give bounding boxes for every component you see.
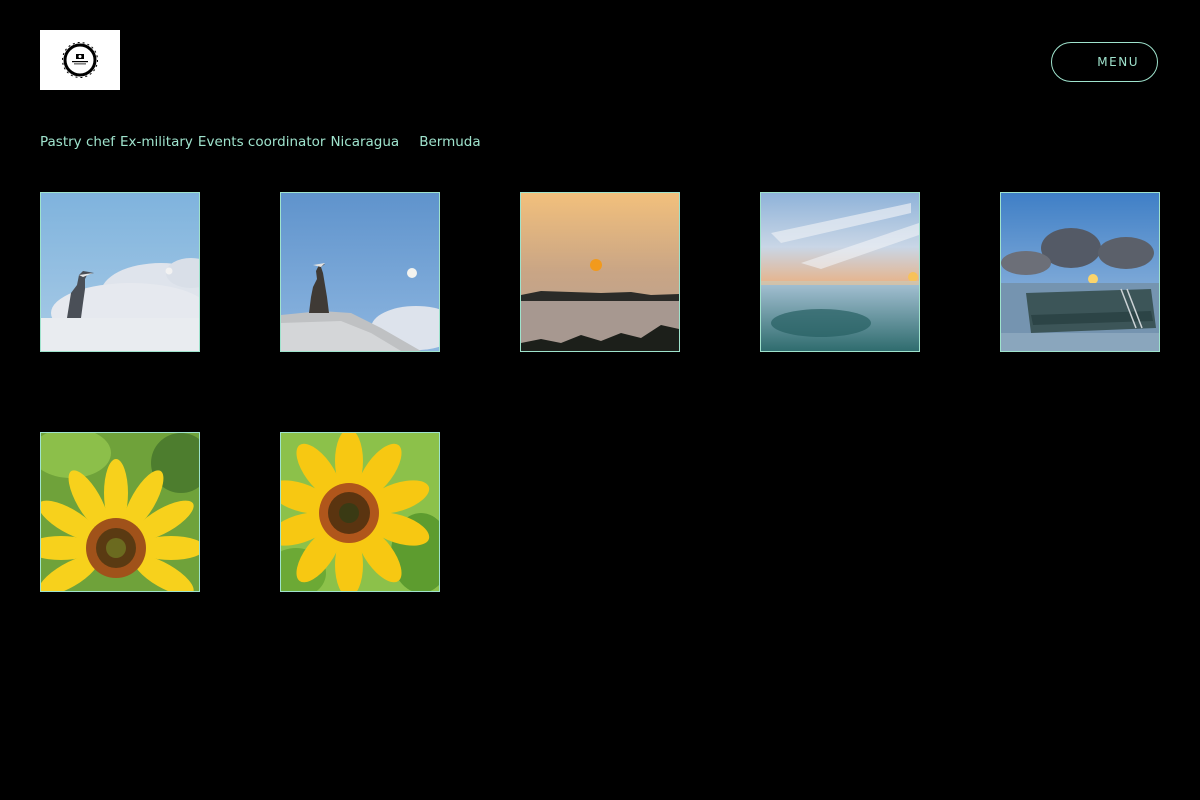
tag-pastry-chef[interactable]: Pastry chef xyxy=(40,134,115,150)
site-logo[interactable] xyxy=(40,30,120,90)
gallery-thumb-sea-reflection[interactable] xyxy=(760,192,920,352)
shipwreck-image xyxy=(1001,193,1159,351)
gallery-thumb-heron-clouds[interactable] xyxy=(40,192,200,352)
sunflower-image-1 xyxy=(41,433,199,591)
menu-button[interactable]: MENU xyxy=(1051,42,1158,82)
gallery-thumb-shipwreck[interactable] xyxy=(1000,192,1160,352)
gallery-thumb-sunflower-2[interactable] xyxy=(280,432,440,592)
tag-ex-military[interactable]: Ex-military xyxy=(120,134,193,150)
gallery-thumb-heron-moon[interactable] xyxy=(280,192,440,352)
camera-logo-icon xyxy=(62,42,98,78)
gallery-thumb-sunset[interactable] xyxy=(520,192,680,352)
page: MENU Pastry chef Ex-military Events coor… xyxy=(0,0,1200,800)
tag-nicaragua[interactable]: Nicaragua xyxy=(330,134,399,150)
tag-bermuda[interactable]: Bermuda xyxy=(419,134,480,150)
heron-clouds-image xyxy=(41,193,199,351)
gallery-thumb-sunflower-1[interactable] xyxy=(40,432,200,592)
sea-reflection-image xyxy=(761,193,919,351)
category-tags: Pastry chef Ex-military Events coordinat… xyxy=(40,134,481,150)
tag-events-coordinator[interactable]: Events coordinator xyxy=(198,134,326,150)
sunset-image xyxy=(521,193,679,351)
heron-moon-image xyxy=(281,193,439,351)
sunflower-image-2 xyxy=(281,433,439,591)
